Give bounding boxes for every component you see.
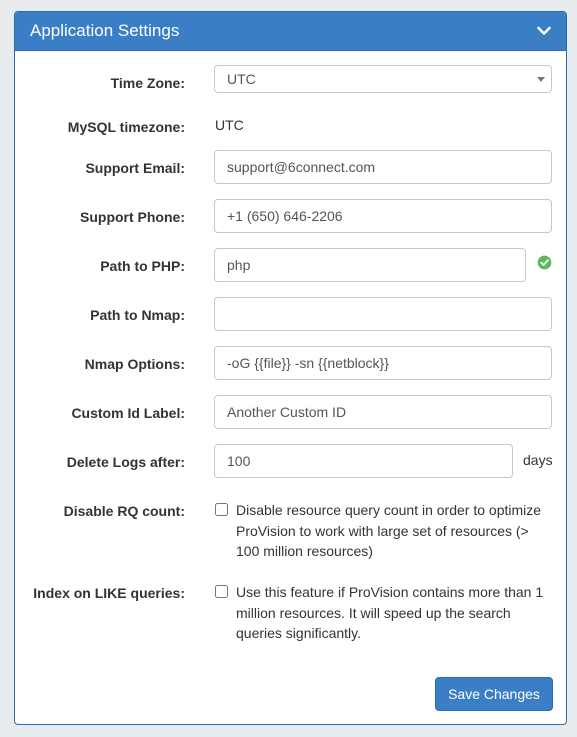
- application-settings-panel: Application Settings Time Zone: UTC MySQ…: [14, 11, 567, 725]
- panel-heading[interactable]: Application Settings: [15, 12, 566, 51]
- custom-id-label-label: Custom Id Label:: [71, 405, 185, 421]
- path-to-nmap-label: Path to Nmap:: [90, 307, 185, 323]
- index-on-like-row: Use this feature if ProVision contains m…: [215, 582, 554, 644]
- disable-rq-count-checkbox[interactable]: [215, 503, 228, 516]
- path-to-nmap-field[interactable]: [214, 297, 552, 331]
- index-on-like-description: Use this feature if ProVision contains m…: [236, 584, 544, 641]
- index-on-like-checkbox[interactable]: [215, 585, 228, 598]
- chevron-down-icon[interactable]: [536, 23, 552, 39]
- delete-logs-after-label: Delete Logs after:: [66, 454, 185, 470]
- support-phone-label: Support Phone:: [80, 209, 185, 225]
- nmap-options-field[interactable]: [214, 346, 552, 380]
- disable-rq-count-label: Disable RQ count:: [63, 503, 185, 519]
- custom-id-label-field[interactable]: [214, 395, 552, 429]
- save-changes-button[interactable]: Save Changes: [435, 677, 553, 711]
- disable-rq-count-row: Disable resource query count in order to…: [215, 500, 554, 562]
- support-email-label: Support Email:: [85, 160, 185, 176]
- days-suffix: days: [523, 452, 553, 468]
- disable-rq-count-description: Disable resource query count in order to…: [236, 502, 542, 559]
- mysql-timezone-label: MySQL timezone:: [67, 119, 185, 135]
- nmap-options-label: Nmap Options:: [84, 356, 185, 372]
- path-to-php-field[interactable]: [214, 248, 526, 282]
- path-to-php-label: Path to PHP:: [100, 258, 185, 274]
- panel-title: Application Settings: [30, 21, 180, 40]
- mysql-timezone-value: UTC: [215, 117, 244, 133]
- check-circle-icon: [537, 255, 552, 270]
- time-zone-label: Time Zone:: [110, 75, 185, 91]
- support-phone-field[interactable]: [214, 199, 552, 233]
- index-on-like-label: Index on LIKE queries:: [33, 585, 185, 601]
- time-zone-select[interactable]: UTC: [214, 65, 552, 93]
- delete-logs-after-field[interactable]: [214, 444, 513, 478]
- support-email-field[interactable]: [214, 150, 552, 184]
